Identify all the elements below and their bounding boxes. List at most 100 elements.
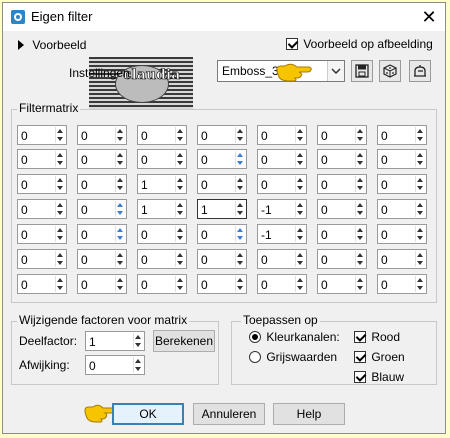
- matrix-cell-spin-arrows[interactable]: [415, 176, 425, 192]
- matrix-cell-r7c2[interactable]: 0: [77, 274, 127, 294]
- matrix-cell-r2c3[interactable]: 0: [137, 149, 187, 169]
- green-channel-option[interactable]: Groen: [354, 349, 405, 364]
- matrix-cell-r5c5[interactable]: -1: [257, 224, 307, 244]
- matrix-cell-spin-arrows[interactable]: [355, 176, 365, 192]
- matrix-cell-spin-arrows[interactable]: [175, 276, 185, 292]
- matrix-cell-spin-arrows[interactable]: [355, 251, 365, 267]
- matrix-cell-r4c6[interactable]: 0: [317, 199, 367, 219]
- matrix-cell-spin-arrows[interactable]: [355, 226, 365, 242]
- matrix-cell-spin-arrows[interactable]: [415, 127, 425, 143]
- red-channel-option[interactable]: Rood: [354, 329, 400, 344]
- matrix-cell-r6c1[interactable]: 0: [17, 249, 67, 269]
- matrix-cell-r5c6[interactable]: 0: [317, 224, 367, 244]
- matrix-cell-r6c6[interactable]: 0: [317, 249, 367, 269]
- matrix-cell-spin-arrows[interactable]: [55, 251, 65, 267]
- matrix-cell-r4c4[interactable]: 1: [197, 199, 247, 219]
- matrix-cell-spin-arrows[interactable]: [355, 151, 365, 167]
- matrix-cell-spin-arrows[interactable]: [55, 226, 65, 242]
- matrix-cell-r1c3[interactable]: 0: [137, 125, 187, 145]
- matrix-cell-spin-arrows[interactable]: [55, 201, 65, 217]
- matrix-cell-r5c4[interactable]: 0: [197, 224, 247, 244]
- matrix-cell-spin-arrows[interactable]: [295, 176, 305, 192]
- matrix-cell-spin-arrows[interactable]: [355, 127, 365, 143]
- matrix-cell-r6c3[interactable]: 0: [137, 249, 187, 269]
- preview-on-image-option[interactable]: Voorbeeld op afbeelding: [286, 36, 433, 51]
- offset-input[interactable]: 0: [85, 355, 145, 375]
- matrix-cell-spin-arrows[interactable]: [175, 127, 185, 143]
- matrix-cell-spin-arrows[interactable]: [235, 176, 245, 192]
- preview-on-image-checkbox[interactable]: [286, 37, 298, 50]
- matrix-cell-spin-arrows[interactable]: [415, 276, 425, 292]
- matrix-cell-r1c7[interactable]: 0: [377, 125, 427, 145]
- matrix-cell-spin-arrows[interactable]: [295, 226, 305, 242]
- matrix-cell-r3c6[interactable]: 0: [317, 174, 367, 194]
- ok-button[interactable]: OK: [112, 403, 184, 425]
- matrix-cell-r7c4[interactable]: 0: [197, 274, 247, 294]
- matrix-cell-spin-arrows[interactable]: [115, 201, 125, 217]
- compute-button[interactable]: Berekenen: [153, 330, 215, 352]
- matrix-cell-spin-arrows[interactable]: [175, 151, 185, 167]
- matrix-cell-spin-arrows[interactable]: [295, 201, 305, 217]
- matrix-cell-r5c7[interactable]: 0: [377, 224, 427, 244]
- matrix-cell-r1c2[interactable]: 0: [77, 125, 127, 145]
- matrix-cell-spin-arrows[interactable]: [295, 276, 305, 292]
- reset-preset-button[interactable]: [379, 60, 401, 82]
- matrix-cell-r5c1[interactable]: 0: [17, 224, 67, 244]
- matrix-cell-r2c1[interactable]: 0: [17, 149, 67, 169]
- matrix-cell-r3c4[interactable]: 0: [197, 174, 247, 194]
- matrix-cell-r2c7[interactable]: 0: [377, 149, 427, 169]
- matrix-cell-r5c3[interactable]: 0: [137, 224, 187, 244]
- matrix-cell-r1c1[interactable]: 0: [17, 125, 67, 145]
- blue-channel-checkbox[interactable]: [354, 370, 366, 383]
- matrix-cell-r2c4[interactable]: 0: [197, 149, 247, 169]
- matrix-cell-spin-arrows[interactable]: [295, 151, 305, 167]
- matrix-cell-r2c5[interactable]: 0: [257, 149, 307, 169]
- matrix-cell-spin-arrows[interactable]: [295, 251, 305, 267]
- grayscale-radio[interactable]: [249, 350, 261, 363]
- matrix-cell-spin-arrows[interactable]: [175, 226, 185, 242]
- help-button[interactable]: Help: [273, 403, 345, 425]
- matrix-cell-r7c1[interactable]: 0: [17, 274, 67, 294]
- close-icon[interactable]: ✕: [419, 7, 439, 27]
- blue-channel-option[interactable]: Blauw: [354, 369, 404, 384]
- matrix-cell-r1c6[interactable]: 0: [317, 125, 367, 145]
- preset-options-button[interactable]: [409, 60, 431, 82]
- save-preset-button[interactable]: [351, 60, 373, 82]
- preview-toggle[interactable]: Voorbeeld: [17, 37, 86, 52]
- matrix-cell-r6c5[interactable]: 0: [257, 249, 307, 269]
- grayscale-option[interactable]: Grijswaarden: [249, 349, 337, 364]
- color-channels-option[interactable]: Kleurkanalen:: [249, 329, 340, 344]
- matrix-cell-spin-arrows[interactable]: [235, 151, 245, 167]
- matrix-cell-spin-arrows[interactable]: [175, 251, 185, 267]
- matrix-cell-spin-arrows[interactable]: [55, 176, 65, 192]
- divisor-spin-arrows[interactable]: [133, 333, 143, 349]
- matrix-cell-r3c3[interactable]: 1: [137, 174, 187, 194]
- matrix-cell-r4c7[interactable]: 0: [377, 199, 427, 219]
- matrix-cell-spin-arrows[interactable]: [235, 251, 245, 267]
- matrix-cell-r3c7[interactable]: 0: [377, 174, 427, 194]
- matrix-cell-spin-arrows[interactable]: [415, 201, 425, 217]
- matrix-cell-spin-arrows[interactable]: [55, 127, 65, 143]
- matrix-cell-spin-arrows[interactable]: [115, 176, 125, 192]
- matrix-cell-spin-arrows[interactable]: [235, 276, 245, 292]
- matrix-cell-r7c5[interactable]: 0: [257, 274, 307, 294]
- matrix-cell-r1c4[interactable]: 0: [197, 125, 247, 145]
- matrix-cell-spin-arrows[interactable]: [55, 151, 65, 167]
- matrix-cell-spin-arrows[interactable]: [115, 127, 125, 143]
- matrix-cell-r4c3[interactable]: 1: [137, 199, 187, 219]
- matrix-cell-r1c5[interactable]: 0: [257, 125, 307, 145]
- matrix-cell-spin-arrows[interactable]: [115, 151, 125, 167]
- matrix-cell-r6c2[interactable]: 0: [77, 249, 127, 269]
- matrix-cell-r5c2[interactable]: 0: [77, 224, 127, 244]
- matrix-cell-spin-arrows[interactable]: [115, 226, 125, 242]
- dropdown-arrow-button[interactable]: [327, 61, 344, 81]
- matrix-cell-r6c4[interactable]: 0: [197, 249, 247, 269]
- cancel-button[interactable]: Annuleren: [193, 403, 265, 425]
- matrix-cell-spin-arrows[interactable]: [115, 251, 125, 267]
- matrix-cell-spin-arrows[interactable]: [175, 201, 185, 217]
- matrix-cell-spin-arrows[interactable]: [295, 127, 305, 143]
- matrix-cell-spin-arrows[interactable]: [415, 226, 425, 242]
- matrix-cell-r7c3[interactable]: 0: [137, 274, 187, 294]
- matrix-cell-r4c2[interactable]: 0: [77, 199, 127, 219]
- matrix-cell-r7c7[interactable]: 0: [377, 274, 427, 294]
